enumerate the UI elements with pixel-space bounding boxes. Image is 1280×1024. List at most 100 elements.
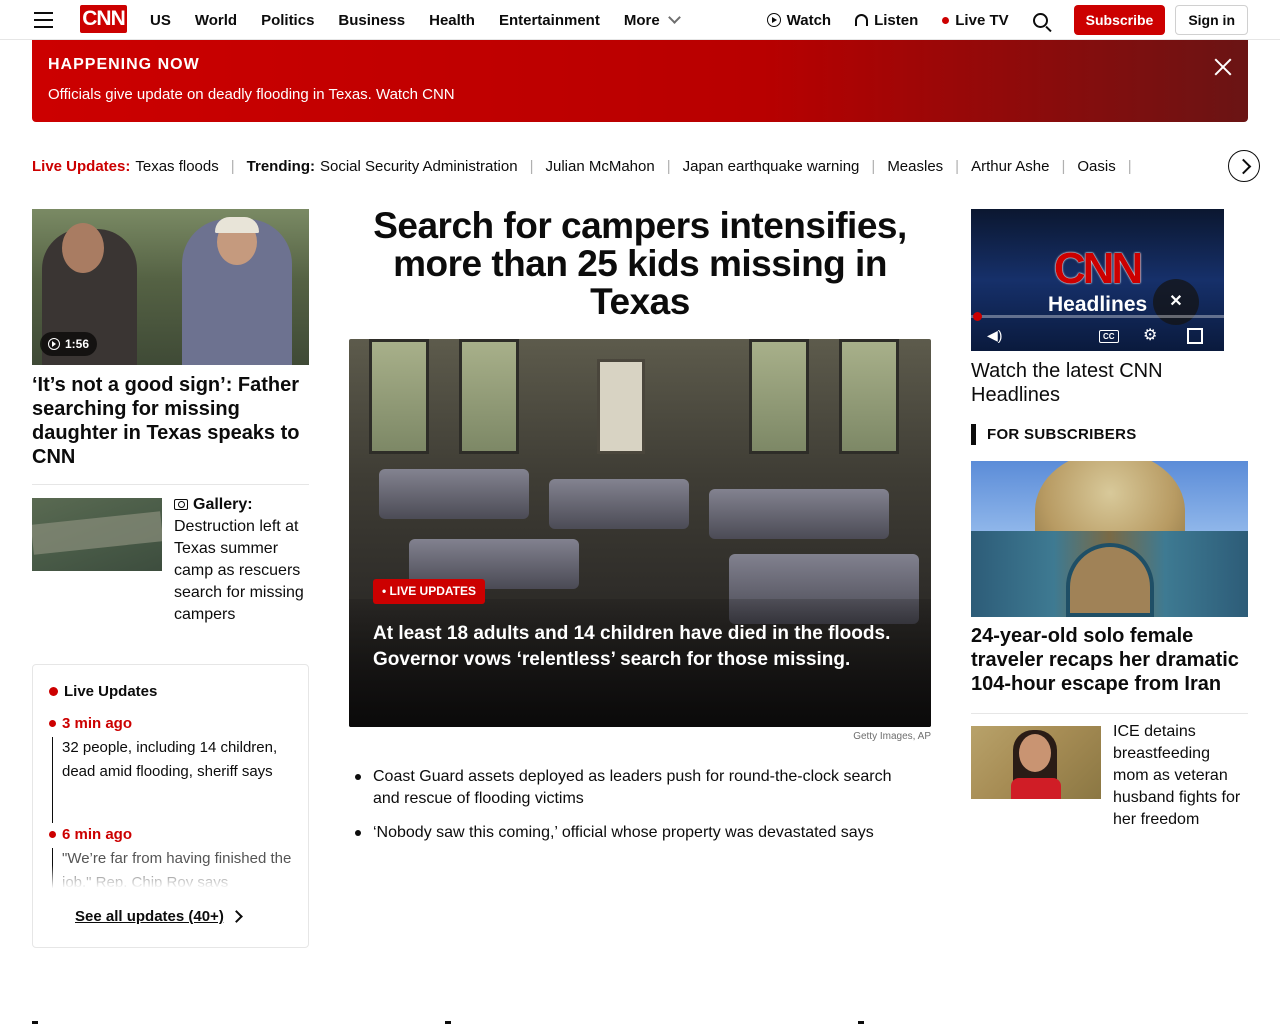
ice-thumbnail[interactable] <box>971 726 1101 799</box>
volume-icon[interactable]: ◀) <box>987 327 1002 344</box>
nav-us[interactable]: US <box>150 12 171 29</box>
unmute-button[interactable]: ✕ <box>1153 279 1199 325</box>
see-all-updates-link[interactable]: See all updates (40+) <box>75 908 243 925</box>
site-header: CNN US World Politics Business Health En… <box>0 0 1280 40</box>
hero-caption[interactable]: At least 18 adults and 14 children have … <box>373 621 913 673</box>
nav-more-label: More <box>623 11 660 29</box>
window-shape <box>749 339 809 454</box>
dress-shape <box>1011 778 1061 799</box>
fade-overlay <box>49 865 299 891</box>
headphones-icon <box>855 14 869 26</box>
trending-item[interactable]: Japan earthquake warning <box>683 158 860 175</box>
trending-item[interactable]: Arthur Ashe <box>971 158 1049 175</box>
gallery-label: Gallery: <box>193 496 253 513</box>
update-time: 6 min ago <box>49 826 132 843</box>
breaking-banner[interactable]: HAPPENING NOW Officials give update on d… <box>32 40 1248 122</box>
divider <box>971 713 1248 714</box>
trending-bar: Live Updates: Texas floods | Trending: S… <box>32 156 1144 176</box>
live-updates-badge: • LIVE UPDATES <box>373 579 485 604</box>
nav-world[interactable]: World <box>195 12 237 29</box>
subscribe-button[interactable]: Subscribe <box>1073 5 1166 35</box>
main-headline[interactable]: Search for campers intensifies, more tha… <box>349 207 931 321</box>
live-updates-title-text: Live Updates <box>64 683 158 700</box>
play-icon <box>48 338 60 350</box>
live-dot-icon <box>942 16 950 24</box>
divider: | <box>230 157 235 175</box>
search-icon[interactable] <box>1032 12 1048 28</box>
banner-kicker: HAPPENING NOW <box>48 56 200 73</box>
listen-link[interactable]: Listen <box>855 12 918 29</box>
image-credit: Getty Images, AP <box>853 731 931 742</box>
bed-shape <box>379 469 529 519</box>
video-progress-bar[interactable] <box>971 312 1224 321</box>
livetv-label: Live TV <box>955 11 1009 29</box>
gear-icon[interactable]: ⚙ <box>1143 325 1157 345</box>
timeline-line <box>52 737 53 823</box>
cap-shape <box>215 217 259 233</box>
listen-label: Listen <box>874 11 919 29</box>
nav-entertainment[interactable]: Entertainment <box>499 12 600 29</box>
trending-item[interactable]: Oasis <box>1077 158 1115 175</box>
window-shape <box>369 339 429 454</box>
watch-label: Watch <box>786 11 832 29</box>
face-shape <box>1019 734 1051 772</box>
progress-handle[interactable] <box>973 312 982 321</box>
video-player[interactable]: CNN Headlines ✕ ◀) CC ⚙ <box>971 209 1224 351</box>
related-bullets: Coast Guard assets deployed as leaders p… <box>355 766 915 856</box>
see-all-text: See all updates (40+) <box>75 908 224 925</box>
watch-link[interactable]: Watch <box>766 11 832 29</box>
closed-captions-icon[interactable]: CC <box>1099 330 1119 343</box>
mosque-image[interactable] <box>971 461 1248 617</box>
father-video-thumbnail[interactable]: 1:56 <box>32 209 309 365</box>
divider: | <box>955 157 960 175</box>
bed-shape <box>709 489 889 539</box>
for-subscribers-label: FOR SUBSCRIBERS <box>971 424 1137 445</box>
cnn-logo[interactable]: CNN <box>80 5 127 33</box>
bullet-link[interactable]: Coast Guard assets deployed as leaders p… <box>355 766 915 810</box>
divider: | <box>1127 157 1132 175</box>
window-shape <box>459 339 519 454</box>
video-headline[interactable]: Watch the latest CNN Headlines <box>971 359 1231 407</box>
person-head <box>62 223 104 273</box>
trending-item[interactable]: Measles <box>887 158 943 175</box>
update-time-text: 3 min ago <box>62 715 133 732</box>
fullscreen-icon[interactable] <box>1187 328 1203 344</box>
trending-item[interactable]: Social Security Administration <box>320 158 518 175</box>
father-headline[interactable]: ‘It’s not a good sign’: Father searching… <box>32 373 312 469</box>
trending-live-item[interactable]: Texas floods <box>135 158 218 175</box>
water-shape <box>32 511 162 555</box>
sign-in-button[interactable]: Sign in <box>1175 5 1248 35</box>
trending-item[interactable]: Julian McMahon <box>545 158 654 175</box>
divider: | <box>871 157 876 175</box>
divider <box>32 484 309 485</box>
trending-next-button[interactable] <box>1228 150 1260 182</box>
hero-image[interactable]: • LIVE UPDATES At least 18 adults and 14… <box>349 339 931 727</box>
update-text[interactable]: 32 people, including 14 children, dead a… <box>62 736 298 784</box>
main-nav: US World Politics Business Health Entert… <box>150 0 703 40</box>
ice-headline[interactable]: ICE detains breastfeeding mom as veteran… <box>1113 721 1248 831</box>
live-tv-link[interactable]: Live TV <box>942 11 1009 29</box>
gallery-thumbnail[interactable] <box>32 498 162 571</box>
header-actions: Watch Listen Live TV Subscribe Sign in <box>766 0 1280 40</box>
close-icon[interactable] <box>1214 58 1232 76</box>
iran-headline[interactable]: 24-year-old solo female traveler recaps … <box>971 624 1248 696</box>
nav-health[interactable]: Health <box>429 12 475 29</box>
bed-shape <box>549 479 689 529</box>
gallery-text: Destruction left at Texas summer camp as… <box>174 518 304 623</box>
window-shape <box>839 339 899 454</box>
nav-more[interactable]: More <box>623 11 681 29</box>
update-time-text: 6 min ago <box>62 826 133 843</box>
bullet-link[interactable]: ‘Nobody saw this coming,’ official whose… <box>355 822 915 844</box>
menu-icon[interactable] <box>34 12 53 28</box>
banner-message[interactable]: Officials give update on deadly flooding… <box>48 86 455 103</box>
video-duration-badge: 1:56 <box>40 332 98 356</box>
door-shape <box>597 359 645 454</box>
divider: | <box>529 157 534 175</box>
camera-icon <box>174 499 188 510</box>
video-cnn-logo: CNN <box>1053 244 1143 293</box>
nav-politics[interactable]: Politics <box>261 12 314 29</box>
gallery-link[interactable]: Gallery: Destruction left at Texas summe… <box>174 494 310 626</box>
nav-business[interactable]: Business <box>338 12 405 29</box>
live-dot-icon <box>49 720 56 727</box>
update-time: 3 min ago <box>49 715 132 732</box>
